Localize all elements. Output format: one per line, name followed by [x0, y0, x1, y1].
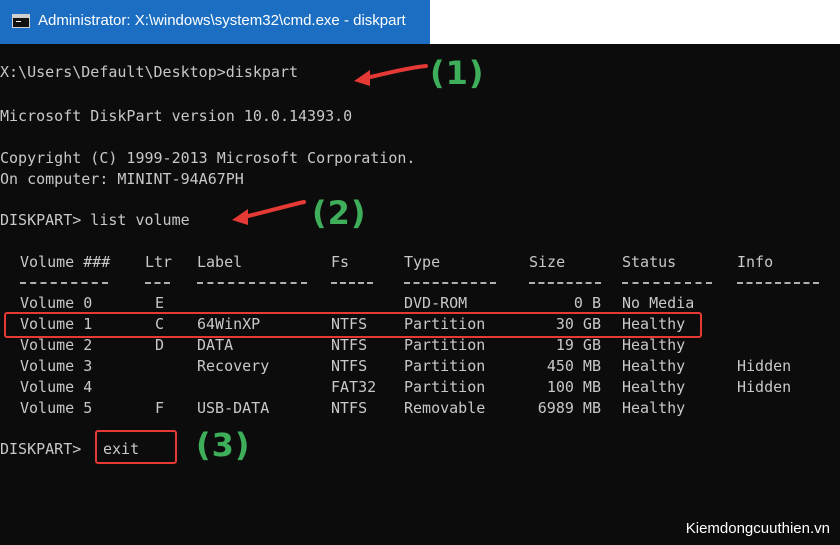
header-volume: Volume ###: [20, 253, 111, 271]
separator-ltr: [145, 282, 170, 284]
console-output[interactable]: X:\Users\Default\Desktop>diskpart Micros…: [0, 44, 840, 545]
header-ltr: Ltr: [145, 253, 173, 271]
header-info: Info: [737, 253, 774, 271]
highlight-row-volume-1: [4, 312, 702, 338]
volume-cell: Volume 5: [20, 399, 93, 417]
header-status: Status: [622, 253, 677, 271]
fs-cell: FAT32: [331, 378, 377, 396]
separator-fs: [331, 282, 373, 284]
header-size: Size: [529, 253, 566, 271]
separator-type: [404, 282, 496, 284]
step-3-callout: (3): [196, 426, 251, 464]
status-cell: Healthy: [622, 399, 686, 417]
step-1-arrow-icon: [354, 64, 428, 86]
type-cell: Removable: [404, 399, 486, 417]
separator-size: [529, 282, 601, 284]
label-cell: USB-DATA: [197, 399, 270, 417]
size-cell: 100 MB: [546, 378, 601, 396]
header-type: Type: [404, 253, 441, 271]
type-cell: Partition: [404, 378, 486, 396]
info-cell: Hidden: [737, 357, 792, 375]
status-cell: Healthy: [622, 357, 686, 375]
header-fs: Fs: [331, 253, 350, 271]
status-cell: No Media: [622, 294, 695, 312]
highlight-exit-command: [95, 430, 177, 464]
step-2-arrow-icon: [232, 200, 306, 225]
size-cell: 0 B: [573, 294, 601, 312]
fs-cell: NTFS: [331, 399, 368, 417]
size-cell: 19 GB: [555, 336, 601, 354]
watermark: Kiemdongcuuthien.vn: [685, 520, 830, 537]
copyright-line: Copyright (C) 1999-2013 Microsoft Corpor…: [0, 149, 416, 167]
status-cell: Healthy: [622, 336, 686, 354]
volume-cell: Volume 0: [20, 294, 93, 312]
ltr-cell: E: [155, 294, 165, 312]
type-cell: Partition: [404, 336, 486, 354]
label-cell: Recovery: [197, 357, 270, 375]
volume-cell: Volume 3: [20, 357, 93, 375]
separator-volume: [20, 282, 108, 284]
size-cell: 6989 MB: [537, 399, 601, 417]
type-cell: Partition: [404, 357, 486, 375]
separator-label: [197, 282, 307, 284]
size-cell: 450 MB: [546, 357, 601, 375]
header-label: Label: [197, 253, 243, 271]
fs-cell: NTFS: [331, 357, 368, 375]
step-1-callout: (1): [430, 54, 485, 92]
title-bar-active-area[interactable]: Administrator: X:\windows\system32\cmd.e…: [0, 0, 430, 44]
step-2-callout: (2): [312, 194, 367, 232]
cmd-icon: [12, 14, 30, 28]
title-bar[interactable]: Administrator: X:\windows\system32\cmd.e…: [0, 0, 840, 44]
window-title: Administrator: X:\windows\system32\cmd.e…: [38, 12, 406, 29]
ltr-cell: F: [155, 399, 165, 417]
status-cell: Healthy: [622, 378, 686, 396]
computer-line: On computer: MININT-94A67PH: [0, 170, 244, 188]
separator-info: [737, 282, 819, 284]
info-cell: Hidden: [737, 378, 792, 396]
exit-prompt: DISKPART>: [0, 440, 82, 458]
ltr-cell: D: [155, 336, 165, 354]
separator-status: [622, 282, 712, 284]
volume-cell: Volume 2: [20, 336, 93, 354]
list-volume-command-line: DISKPART> list volume: [0, 211, 190, 229]
version-line: Microsoft DiskPart version 10.0.14393.0: [0, 107, 353, 125]
type-cell: DVD-ROM: [404, 294, 468, 312]
label-cell: DATA: [197, 336, 234, 354]
fs-cell: NTFS: [331, 336, 368, 354]
volume-cell: Volume 4: [20, 378, 93, 396]
prompt-diskpart-line: X:\Users\Default\Desktop>diskpart: [0, 63, 299, 81]
